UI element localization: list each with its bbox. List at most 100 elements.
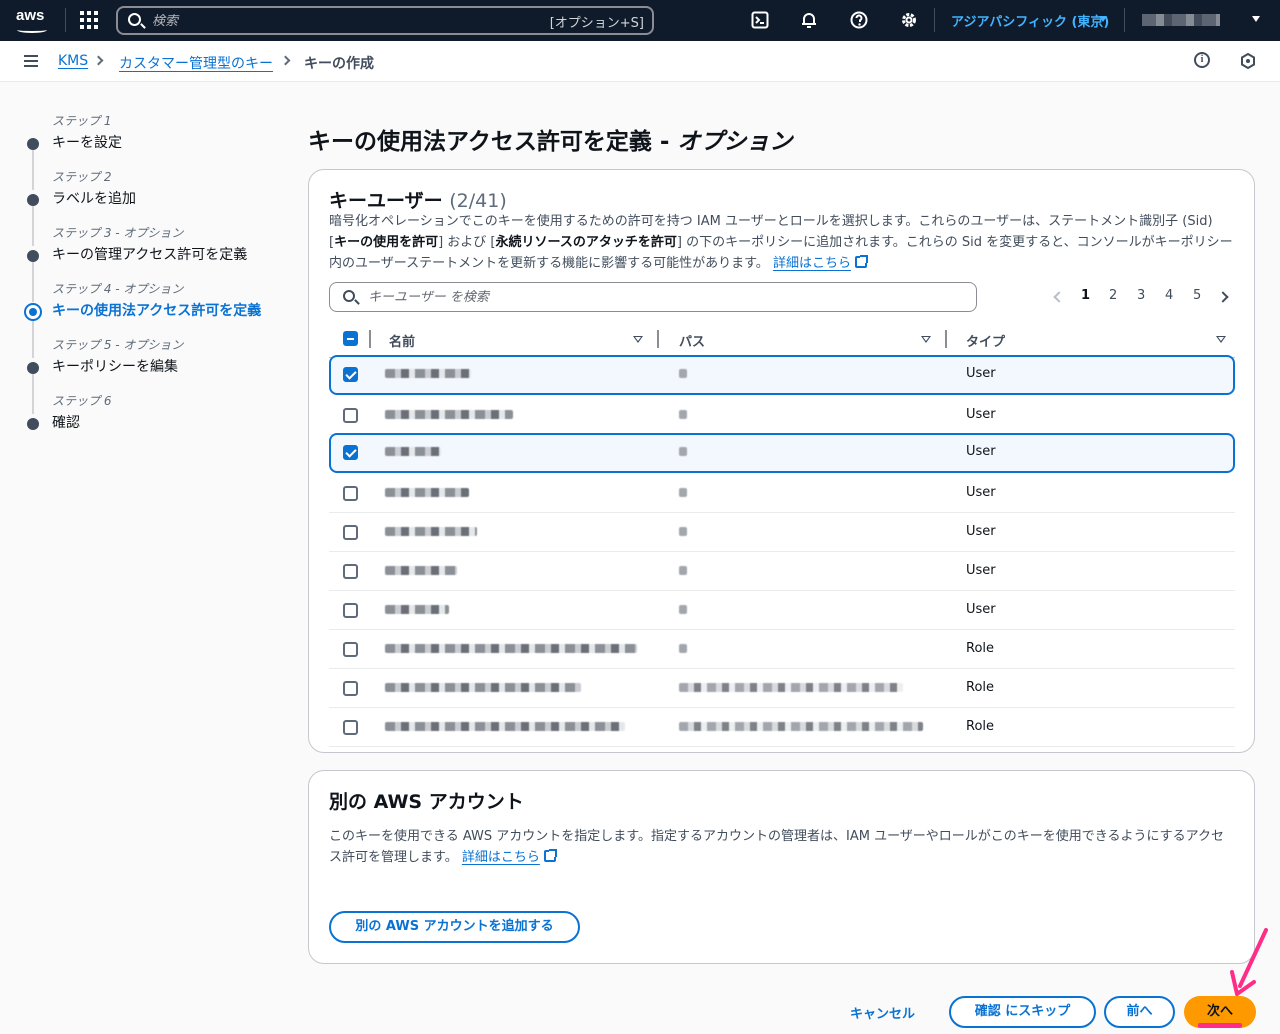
row-type: Role [966,641,995,656]
sort-icon[interactable] [921,336,931,343]
row-checkbox[interactable] [343,367,358,382]
step-dot [27,418,39,430]
table-row[interactable]: User [329,355,1235,395]
highlight-underline [1198,1023,1242,1028]
sort-icon[interactable] [1216,336,1226,343]
step-dot [27,362,39,374]
breadcrumb-kms[interactable]: KMS [58,53,88,69]
row-checkbox[interactable] [343,445,358,460]
page-5[interactable]: 5 [1193,288,1201,303]
key-users-learn-more-link[interactable]: 詳細はこちら [773,256,851,271]
redacted-name [385,722,625,731]
row-checkbox[interactable] [343,642,358,657]
column-type[interactable]: タイプ [966,331,1005,350]
step-name[interactable]: キーを設定 [52,132,122,152]
settings-icon[interactable] [900,11,918,29]
key-users-title-text: キーユーザー [329,190,443,212]
step-label: ステップ 2 [52,170,112,184]
row-checkbox[interactable] [343,564,358,579]
nav-divider [65,8,66,32]
table-row[interactable]: User [329,433,1235,473]
page-1[interactable]: 1 [1081,288,1090,303]
page-2[interactable]: 2 [1109,288,1117,303]
account-menu[interactable] [1142,14,1220,26]
row-checkbox[interactable] [343,603,358,618]
hexagon-icon[interactable] [1240,53,1256,69]
row-checkbox[interactable] [343,408,358,423]
step-name: 確認 [52,415,80,431]
step-label: ステップ 5 - オプション [52,338,184,352]
redacted-name [385,683,581,692]
external-link-icon [854,255,868,268]
row-checkbox[interactable] [343,525,358,540]
column-path[interactable]: パス [679,331,705,350]
info-icon[interactable]: i [1194,52,1210,68]
redacted-name [385,410,513,419]
chevron-left-icon[interactable] [1053,291,1065,303]
skip-to-review-button[interactable]: 確認 にスキップ [949,996,1096,1028]
redacted-path [679,683,903,692]
cloudshell-icon[interactable] [751,11,769,29]
redacted-name [385,369,471,378]
global-search[interactable]: [オプション+S] [116,6,654,35]
redacted-name [385,447,441,456]
other-accounts-learn-more-link[interactable]: 詳細はこちら [462,850,540,865]
step-label: ステップ 3 - オプション [52,226,184,240]
row-checkbox[interactable] [343,720,358,735]
redacted-name [385,488,469,497]
table-row[interactable]: User [329,474,1235,513]
row-type: User [966,563,996,578]
step-name[interactable]: ラベルを追加 [52,188,136,208]
services-grid-icon[interactable] [80,11,98,29]
chevron-right-icon[interactable] [1217,291,1229,303]
key-users-count: (2/41) [449,190,507,212]
table-row[interactable]: Role [329,669,1235,708]
step-connector [32,262,34,302]
step-name[interactable]: キーの管理アクセス許可を定義 [52,244,247,264]
redacted-path [679,447,687,456]
column-name[interactable]: 名前 [389,331,415,350]
bell-icon[interactable] [800,11,818,29]
page-4[interactable]: 4 [1165,288,1173,303]
key-users-search[interactable] [329,282,977,312]
add-aws-account-button[interactable]: 別の AWS アカウントを追加する [329,911,580,943]
table-row[interactable]: User [329,396,1235,435]
account-chevron-down-icon[interactable] [1252,16,1260,22]
row-checkbox[interactable] [343,486,358,501]
previous-button[interactable]: 前へ [1104,996,1175,1028]
other-accounts-title: 別の AWS アカウント [329,791,524,813]
table-row[interactable]: User [329,552,1235,591]
help-icon[interactable] [850,11,868,29]
table-row[interactable]: User [329,513,1235,552]
aws-logo[interactable]: aws [16,7,50,35]
row-checkbox[interactable] [343,681,358,696]
key-users-description: 暗号化オペレーションでこのキーを使用するための許可を持つ IAM ユーザーとロー… [329,214,1233,271]
other-accounts-panel: 別の AWS アカウント このキーを使用できる AWS アカウントを指定します。… [308,770,1255,964]
column-divider [369,330,371,348]
page-3[interactable]: 3 [1137,288,1145,303]
pagination: 1 2 3 4 5 [1049,288,1239,308]
menu-icon[interactable] [24,55,38,67]
page-title: キーの使用法アクセス許可を定義 - オプション [308,122,792,156]
table-row[interactable]: User [329,591,1235,630]
step-label: ステップ 1 [52,114,112,128]
table-row[interactable]: Role [329,708,1235,747]
region-chevron-down-icon[interactable] [1099,16,1107,22]
select-all-checkbox[interactable] [343,331,358,346]
key-users-title: キーユーザー (2/41) [329,186,507,213]
row-type: User [966,485,996,500]
table-header: 名前 パス タイプ [329,328,1235,358]
nav-divider [1124,8,1125,32]
region-selector[interactable]: アジアパシフィック (東京) [951,11,1109,30]
global-search-input[interactable] [152,11,532,31]
cancel-button[interactable]: キャンセル [850,1003,915,1022]
key-users-search-input[interactable] [368,288,928,306]
nav-divider [934,8,935,32]
step-connector [32,150,34,190]
breadcrumb-customer-managed-keys[interactable]: カスタマー管理型のキー [119,53,273,73]
sort-icon[interactable] [633,336,643,343]
search-icon [343,290,355,302]
step-name: キーの使用法アクセス許可を定義 [52,303,262,319]
page-title-optional: オプション [677,129,793,155]
table-row[interactable]: Role [329,630,1235,669]
